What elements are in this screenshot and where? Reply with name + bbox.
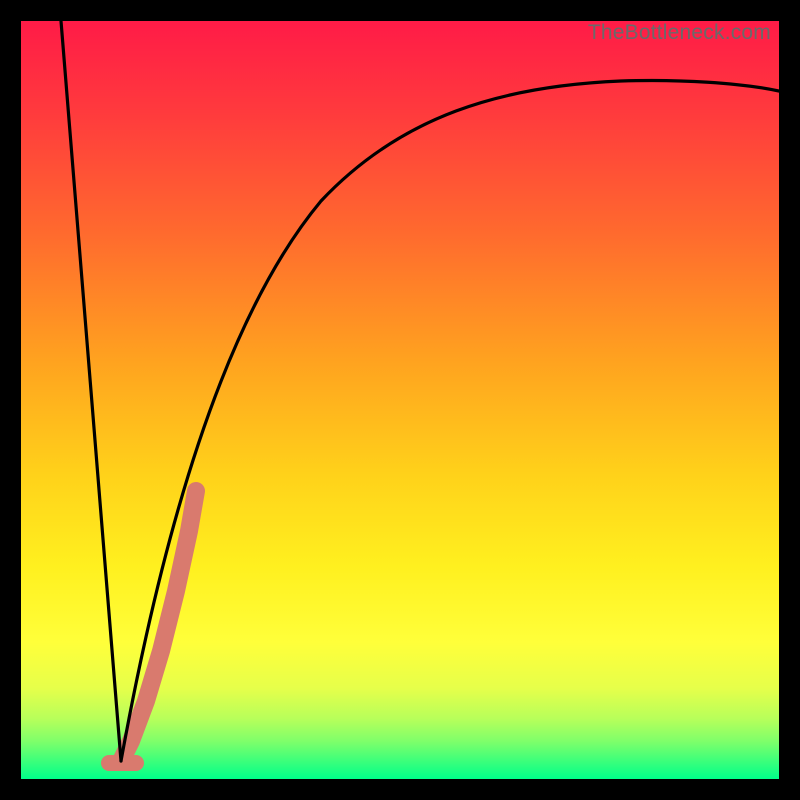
rising-curve: [121, 80, 779, 761]
plot-area: TheBottleneck.com: [21, 21, 779, 779]
watermark-text: TheBottleneck.com: [588, 21, 771, 45]
chart-frame: TheBottleneck.com: [0, 0, 800, 800]
highlight-band: [122, 491, 196, 759]
curve-layer: [21, 21, 779, 779]
left-falling-line: [61, 21, 121, 761]
